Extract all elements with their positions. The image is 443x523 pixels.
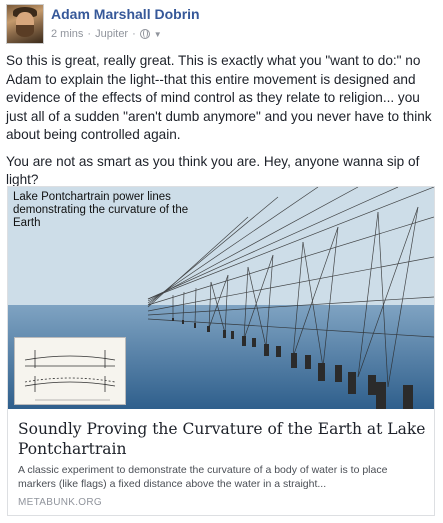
post-paragraph-2: You are not as smart as you think you ar… (6, 153, 420, 188)
post-header: Adam Marshall Dobrin 2 mins · Jupiter · … (6, 4, 436, 44)
link-title[interactable]: Soundly Proving the Curvature of the Ear… (18, 419, 428, 459)
avatar[interactable] (6, 4, 44, 44)
facebook-post: Adam Marshall Dobrin 2 mins · Jupiter · … (0, 0, 443, 523)
post-meta: 2 mins · Jupiter · ▼ (51, 28, 162, 40)
chevron-down-icon[interactable]: ▼ (154, 30, 162, 39)
post-time[interactable]: 2 mins (51, 28, 83, 40)
link-preview-card[interactable]: Lake Pontchartrain power lines demonstra… (7, 186, 435, 516)
globe-icon[interactable] (139, 29, 150, 39)
link-description: A classic experiment to demonstrate the … (18, 464, 388, 490)
link-preview-image[interactable]: Lake Pontchartrain power lines demonstra… (8, 187, 434, 409)
link-source: METABUNK.ORG (18, 497, 102, 508)
author-name[interactable]: Adam Marshall Dobrin (51, 6, 200, 22)
link-preview-body[interactable]: Soundly Proving the Curvature of the Ear… (8, 409, 434, 515)
post-text: So this is great, really great. This is … (6, 52, 436, 198)
image-caption: Lake Pontchartrain power lines demonstra… (13, 191, 189, 229)
diagram-inset (14, 337, 126, 405)
post-location[interactable]: Jupiter (95, 28, 128, 40)
post-paragraph-1: So this is great, really great. This is … (6, 53, 432, 142)
